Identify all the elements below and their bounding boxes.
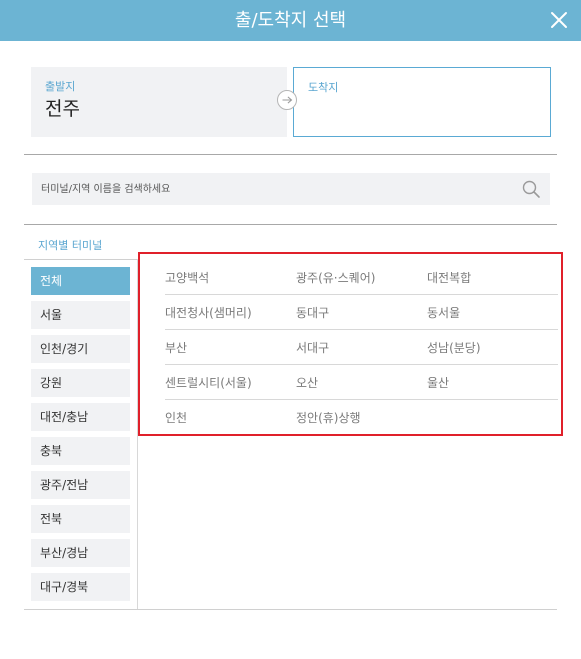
departure-label: 출발지 (45, 80, 76, 93)
departure-value: 전주 (45, 98, 80, 120)
sidebar-item-daegu-gyeongbuk[interactable]: 대구/경북 (31, 573, 130, 601)
region-sidebar: 전체 서울 인천/경기 강원 대전/충남 충북 광주/전남 전북 부산/경남 대… (31, 267, 130, 607)
region-section-title: 지역별 터미널 (38, 239, 103, 252)
divider (24, 154, 557, 155)
sidebar-item-gangwon[interactable]: 강원 (31, 369, 130, 397)
search-icon[interactable] (521, 179, 541, 199)
sidebar-item-jeonbuk[interactable]: 전북 (31, 505, 130, 533)
sidebar-item-seoul[interactable]: 서울 (31, 301, 130, 329)
close-icon[interactable] (547, 8, 571, 32)
divider (24, 224, 557, 225)
modal-title: 출/도착지 선택 (234, 10, 347, 31)
sidebar-item-gwangju-jeonnam[interactable]: 광주/전남 (31, 471, 130, 499)
sidebar-item-all[interactable]: 전체 (31, 267, 130, 295)
divider (24, 609, 557, 610)
departure-field[interactable]: 출발지 전주 (31, 67, 287, 137)
sidebar-item-incheon-gyeonggi[interactable]: 인천/경기 (31, 335, 130, 363)
search-bar (32, 173, 550, 205)
sidebar-item-chungbuk[interactable]: 충북 (31, 437, 130, 465)
sidebar-item-daejeon-chungnam[interactable]: 대전/충남 (31, 403, 130, 431)
highlight-box (138, 252, 563, 436)
divider (24, 259, 137, 260)
sidebar-item-busan-gyeongnam[interactable]: 부산/경남 (31, 539, 130, 567)
arrival-field[interactable]: 도착지 (293, 67, 551, 137)
arrival-label: 도착지 (308, 81, 339, 94)
modal-header: 출/도착지 선택 (0, 0, 581, 41)
search-input[interactable] (32, 173, 521, 205)
arrow-right-icon (277, 90, 297, 110)
